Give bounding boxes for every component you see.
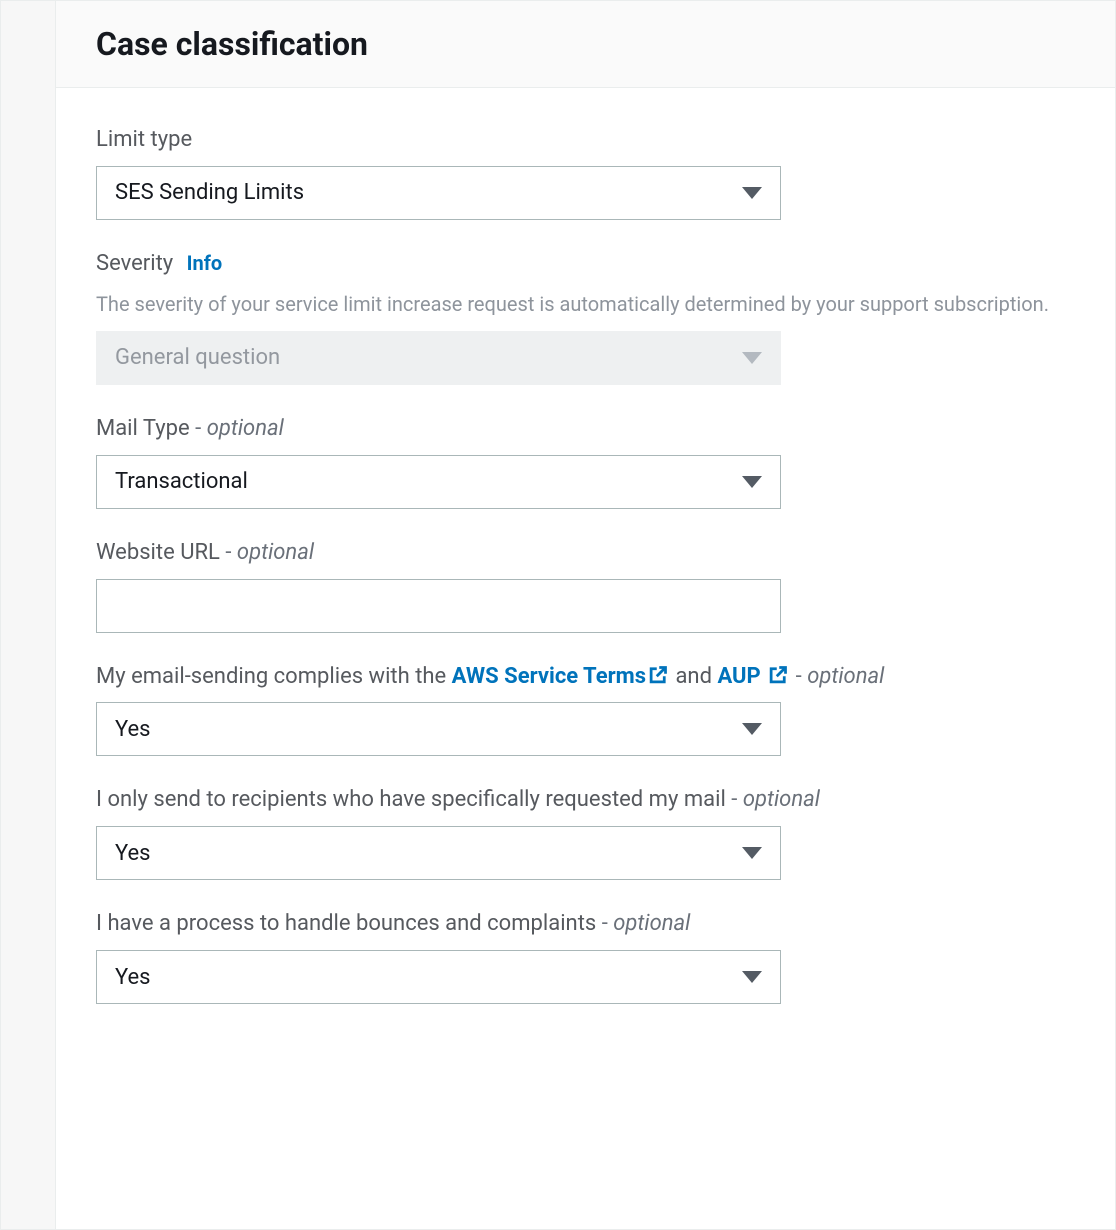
- optional-tag: optional: [237, 540, 314, 565]
- limit-type-select[interactable]: SES Sending Limits: [96, 166, 781, 220]
- limit-type-value: SES Sending Limits: [115, 180, 742, 205]
- chevron-down-icon: [742, 847, 762, 859]
- mail-type-label: Mail Type - optional: [96, 413, 1075, 445]
- panel-header: Case classification: [56, 1, 1115, 88]
- recipients-label: I only send to recipients who have speci…: [96, 784, 1075, 816]
- left-gutter: [1, 1, 56, 1229]
- aws-service-terms-link[interactable]: AWS Service Terms: [452, 664, 646, 689]
- optional-tag: optional: [207, 416, 284, 441]
- optional-tag: optional: [807, 664, 884, 689]
- external-link-icon: [648, 663, 668, 683]
- compliance-select[interactable]: Yes: [96, 702, 781, 756]
- severity-select: General question: [96, 331, 781, 385]
- bounces-label: I have a process to handle bounces and c…: [96, 908, 1075, 940]
- severity-help-text: The severity of your service limit incre…: [96, 290, 1075, 319]
- severity-label: Severity Info: [96, 248, 1075, 280]
- compliance-group: My email-sending complies with the AWS S…: [96, 661, 1075, 757]
- severity-group: Severity Info The severity of your servi…: [96, 248, 1075, 385]
- severity-info-link[interactable]: Info: [187, 251, 223, 275]
- limit-type-group: Limit type SES Sending Limits: [96, 124, 1075, 220]
- bounces-select[interactable]: Yes: [96, 950, 781, 1004]
- chevron-down-icon: [742, 187, 762, 199]
- mail-type-label-text: Mail Type: [96, 416, 190, 441]
- website-url-label-text: Website URL: [96, 540, 220, 565]
- website-url-label: Website URL - optional: [96, 537, 1075, 569]
- recipients-select[interactable]: Yes: [96, 826, 781, 880]
- optional-tag: optional: [613, 911, 690, 936]
- recipients-value: Yes: [115, 841, 742, 866]
- optional-tag: optional: [743, 787, 820, 812]
- aup-link[interactable]: AUP: [717, 664, 760, 689]
- recipients-label-text: I only send to recipients who have speci…: [96, 787, 726, 812]
- mail-type-value: Transactional: [115, 469, 742, 494]
- mail-type-group: Mail Type - optional Transactional: [96, 413, 1075, 509]
- chevron-down-icon: [742, 971, 762, 983]
- external-link-icon: [768, 663, 788, 683]
- chevron-down-icon: [742, 723, 762, 735]
- compliance-label-mid: and: [670, 664, 717, 689]
- case-classification-panel: Case classification Limit type SES Sendi…: [56, 1, 1115, 1229]
- chevron-down-icon: [742, 352, 762, 364]
- chevron-down-icon: [742, 476, 762, 488]
- severity-label-text: Severity: [96, 251, 173, 276]
- compliance-value: Yes: [115, 717, 742, 742]
- bounces-group: I have a process to handle bounces and c…: [96, 908, 1075, 1004]
- bounces-label-text: I have a process to handle bounces and c…: [96, 911, 596, 936]
- bounces-value: Yes: [115, 965, 742, 990]
- compliance-label: My email-sending complies with the AWS S…: [96, 661, 1075, 693]
- website-url-group: Website URL - optional: [96, 537, 1075, 633]
- website-url-input[interactable]: [96, 579, 781, 633]
- mail-type-select[interactable]: Transactional: [96, 455, 781, 509]
- severity-value: General question: [115, 345, 742, 370]
- compliance-label-prefix: My email-sending complies with the: [96, 664, 452, 689]
- panel-title: Case classification: [96, 25, 1075, 63]
- recipients-group: I only send to recipients who have speci…: [96, 784, 1075, 880]
- limit-type-label: Limit type: [96, 124, 1075, 156]
